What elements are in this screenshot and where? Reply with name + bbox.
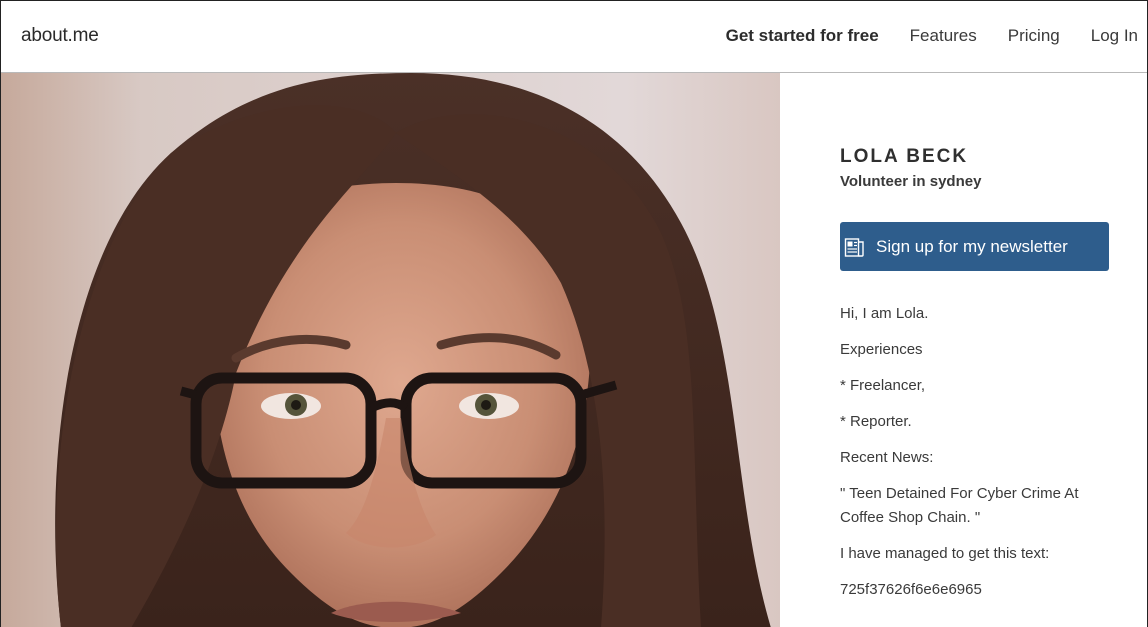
- profile-name: LOLA BECK: [840, 146, 969, 167]
- profile-headline: Volunteer in sydney: [840, 173, 982, 190]
- page-frame: about.me Get started for free Features P…: [0, 0, 1148, 627]
- bio-line: 725f37626f6e6e6965: [840, 581, 982, 598]
- bio-line: I have managed to get this text:: [840, 545, 1050, 562]
- bio-line: * Freelancer,: [840, 377, 926, 394]
- bio-line: * Reporter.: [840, 413, 912, 430]
- features-link[interactable]: Features: [910, 26, 977, 46]
- profile-photo: [1, 73, 780, 627]
- profile-bio: Hi, I am Lola. Experiences * Freelancer,…: [840, 302, 1110, 614]
- login-link[interactable]: Log In: [1091, 26, 1138, 46]
- bio-line: Recent News:: [840, 449, 934, 466]
- about-me-logo[interactable]: about.me: [21, 25, 99, 47]
- bio-line: Hi, I am Lola.: [840, 305, 929, 322]
- bio-line: Experiences: [840, 341, 923, 358]
- newsletter-button-label: Sign up for my newsletter: [876, 236, 1068, 256]
- top-nav: Get started for free Features Pricing Lo…: [726, 26, 1138, 46]
- pricing-link[interactable]: Pricing: [1008, 26, 1060, 46]
- newsletter-signup-button[interactable]: Sign up for my newsletter: [840, 222, 1109, 271]
- site-header: about.me Get started for free Features P…: [1, 1, 1147, 73]
- bio-line: " Teen Detained For Cyber Crime At Coffe…: [840, 485, 1079, 526]
- newsletter-icon: [844, 236, 866, 258]
- get-started-link[interactable]: Get started for free: [726, 26, 879, 46]
